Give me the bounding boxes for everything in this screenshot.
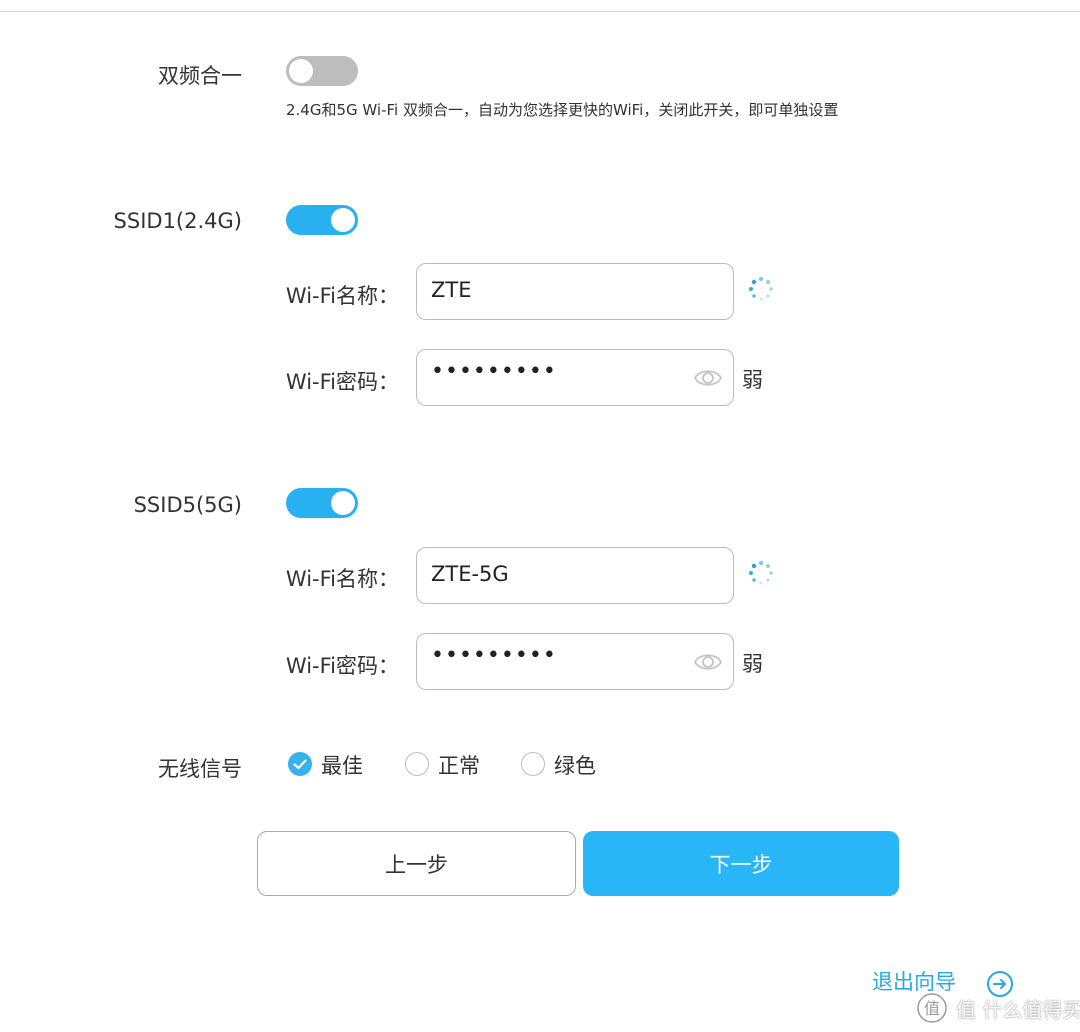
dual-band-toggle[interactable]	[286, 56, 358, 86]
ssid5-name-input[interactable]: ZTE-5G	[416, 547, 734, 604]
ssid5-name-label: Wi-Fi名称：	[285, 567, 399, 591]
loading-icon	[749, 560, 773, 585]
ssid5-label: SSID5(5G)	[133, 493, 242, 517]
svg-text:值: 值	[924, 999, 940, 1018]
ssid1-toggle[interactable]	[286, 205, 358, 235]
signal-option-label: 绿色	[554, 754, 596, 778]
watermark: 值 值 什么值得买	[916, 990, 1080, 1026]
ssid1-label: SSID1(2.4G)	[113, 209, 242, 233]
top-divider	[0, 11, 1080, 12]
toggle-knob	[289, 59, 313, 83]
radio-unchecked	[521, 752, 545, 776]
ssid1-password-input[interactable]: •••••••••	[416, 349, 734, 406]
eye-icon[interactable]	[693, 366, 723, 390]
ssid5-password-input[interactable]: •••••••••	[416, 633, 734, 690]
ssid1-name-label: Wi-Fi名称：	[285, 284, 399, 308]
next-step-button[interactable]: 下一步	[583, 831, 899, 896]
ssid1-password-strength: 弱	[742, 368, 763, 392]
radio-unchecked	[405, 752, 429, 776]
radio-checked	[288, 752, 312, 776]
ssid1-password-value: •••••••••	[431, 359, 557, 384]
dual-band-hint: 2.4G和5G Wi-Fi 双频合一，自动为您选择更快的WiFi，关闭此开关，即…	[286, 101, 839, 119]
dual-band-label: 双频合一	[158, 64, 242, 88]
ssid1-name-value: ZTE	[431, 278, 472, 302]
toggle-knob	[331, 208, 355, 232]
signal-label: 无线信号	[158, 757, 242, 781]
signal-option-label: 正常	[438, 754, 480, 778]
ssid5-toggle[interactable]	[286, 488, 358, 518]
ssid5-password-value: •••••••••	[431, 643, 557, 668]
prev-step-button[interactable]: 上一步	[257, 831, 576, 896]
ssid1-password-label: Wi-Fi密码：	[285, 370, 399, 394]
toggle-knob	[331, 491, 355, 515]
loading-icon	[749, 276, 773, 301]
eye-icon[interactable]	[693, 650, 723, 674]
watermark-logo-icon: 值	[917, 993, 947, 1023]
ssid5-password-strength: 弱	[742, 652, 763, 676]
wizard-page: 双频合一 2.4G和5G Wi-Fi 双频合一，自动为您选择更快的WiFi，关闭…	[0, 0, 1080, 1032]
check-icon	[293, 759, 307, 770]
ssid1-name-input[interactable]: ZTE	[416, 263, 734, 320]
watermark-text: 值 什么值得买	[956, 998, 1080, 1022]
ssid5-name-value: ZTE-5G	[431, 562, 509, 586]
ssid5-password-label: Wi-Fi密码：	[285, 654, 399, 678]
signal-option-label: 最佳	[321, 754, 363, 778]
